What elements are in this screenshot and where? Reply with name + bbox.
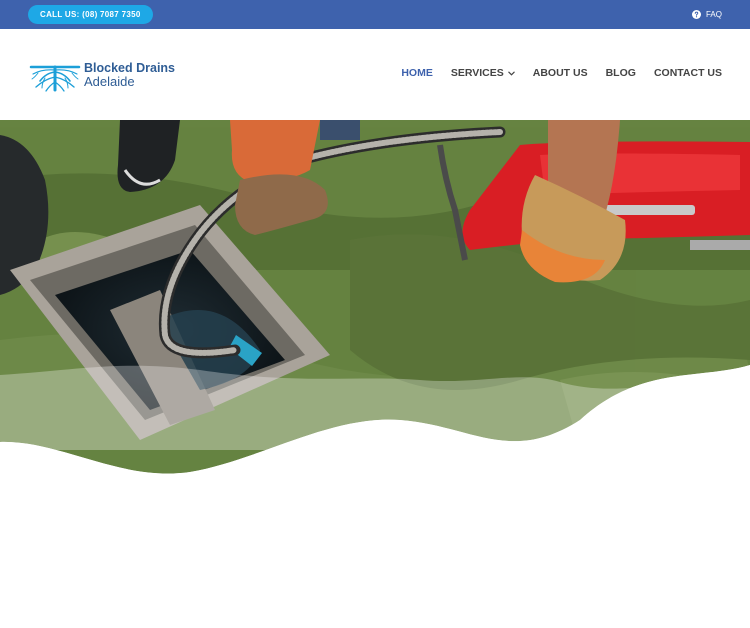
site-logo[interactable]: Blocked Drains Adelaide: [29, 57, 175, 93]
nav-contact-us[interactable]: CONTACT US: [654, 67, 722, 79]
faq-link[interactable]: FAQ: [691, 0, 722, 29]
hero-drain-cleaning-photo: [0, 120, 750, 520]
faq-label: FAQ: [705, 10, 722, 19]
nav-home[interactable]: HOME: [401, 67, 433, 79]
question-circle-icon: [691, 10, 701, 19]
nav-about-us[interactable]: ABOUT US: [533, 67, 588, 79]
main-nav: HOME SERVICES ABOUT US BLOG CONTACT US: [401, 67, 722, 79]
logo-line2: Adelaide: [84, 73, 135, 89]
site-header: Blocked Drains Adelaide HOME SERVICES AB…: [0, 29, 750, 120]
logo-line1: Blocked Drains: [84, 60, 176, 75]
nav-services-label: SERVICES: [450, 67, 504, 79]
nav-services[interactable]: SERVICES: [451, 67, 515, 79]
nav-blog[interactable]: BLOG: [606, 67, 636, 79]
drain-roots-icon: [29, 65, 81, 92]
call-us-button[interactable]: CALL US: (08) 7087 7350: [28, 5, 153, 24]
logo-text: Blocked Drains Adelaide: [84, 60, 176, 89]
chevron-down-icon: [508, 71, 515, 76]
top-bar: CALL US: (08) 7087 7350 FAQ: [0, 0, 750, 29]
